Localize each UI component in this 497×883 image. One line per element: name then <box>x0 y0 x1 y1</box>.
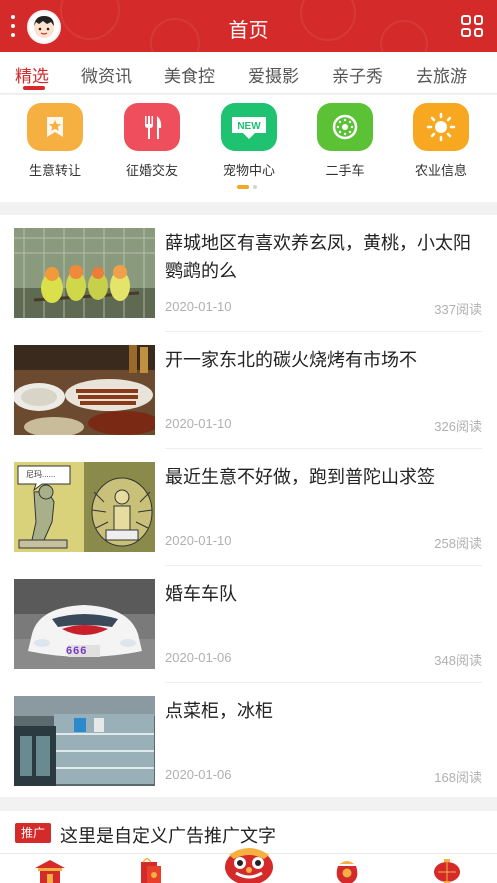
fridge-photo <box>14 696 155 786</box>
news-item[interactable]: 薛城地区有喜欢养玄凤，黄桃，小太阳鹦鹉的么 2020-01-10 337阅读 <box>0 215 497 332</box>
nav-lantern-icon[interactable] <box>430 858 464 883</box>
shortcut-label: 宠物中心 <box>222 163 275 178</box>
app-header: 首页 <box>0 0 497 52</box>
parrots-photo <box>14 228 155 318</box>
news-item[interactable]: 开一家东北的碳火烧烤有市场不 2020-01-10 326阅读 <box>0 332 497 449</box>
shortcut-label: 农业信息 <box>414 163 467 178</box>
news-date: 2020-01-10 <box>165 416 232 431</box>
news-title: 薛城地区有喜欢养玄凤，黄桃，小太阳鹦鹉的么 <box>165 233 471 281</box>
news-title: 婚车车队 <box>165 584 237 604</box>
news-date: 2020-01-06 <box>165 767 232 782</box>
tab-micro-news[interactable]: 微资讯 <box>81 62 132 87</box>
svg-text:NEW: NEW <box>237 121 261 132</box>
wedding-car-photo: 666 <box>14 579 155 669</box>
tab-photography[interactable]: 爱摄影 <box>248 62 299 87</box>
news-item[interactable]: 尼玛...... 最近生意不好做，跑到普陀山求签 2020-01-10 258阅… <box>0 449 497 566</box>
nav-lion-dance-icon[interactable] <box>222 843 276 883</box>
shortcut-label: 征婚交友 <box>125 163 178 178</box>
nav-lucky-bag-icon[interactable] <box>330 858 364 883</box>
news-title: 开一家东北的碳火烧烤有市场不 <box>165 350 417 370</box>
news-list: 薛城地区有喜欢养玄凤，黄桃，小太阳鹦鹉的么 2020-01-10 337阅读 开… <box>0 215 497 797</box>
shortcut-used-cars[interactable]: 二手车 <box>300 103 390 179</box>
active-tab-indicator <box>23 86 45 90</box>
license-plate: 666 <box>66 645 88 657</box>
news-views: 258阅读 <box>434 536 482 551</box>
news-date: 2020-01-10 <box>165 533 232 548</box>
tab-parenting[interactable]: 亲子秀 <box>332 62 383 87</box>
new-badge-icon: NEW <box>221 103 277 151</box>
news-item[interactable]: 666 婚车车队 2020-01-06 348阅读 <box>0 566 497 683</box>
promo-badge: 推广 <box>15 823 52 843</box>
category-shortcuts: 生意转让 征婚交友 NEW 宠物中心 二手车 农业信息 <box>0 95 497 202</box>
shortcut-label: 生意转让 <box>28 163 81 178</box>
news-date: 2020-01-10 <box>165 299 232 314</box>
nav-home-pavilion-icon[interactable] <box>33 858 67 883</box>
star-tag-icon <box>27 103 83 151</box>
shortcut-label: 二手车 <box>325 163 365 178</box>
pager-dot <box>253 185 257 189</box>
news-views: 168阅读 <box>434 770 482 785</box>
shortcut-dating[interactable]: 征婚交友 <box>107 103 197 179</box>
page-title: 首页 <box>228 20 269 42</box>
pager-dot-active <box>237 185 249 189</box>
news-title: 最近生意不好做，跑到普陀山求签 <box>165 467 435 487</box>
news-title: 点菜柜，冰柜 <box>165 701 273 721</box>
shortcut-agriculture[interactable]: 农业信息 <box>396 103 486 179</box>
news-item[interactable]: 点菜柜，冰柜 2020-01-06 168阅读 <box>0 683 497 800</box>
carousel-pager <box>237 185 257 189</box>
news-views: 348阅读 <box>434 653 482 668</box>
bbq-photo <box>14 345 155 435</box>
apps-grid-icon[interactable] <box>461 15 483 37</box>
fork-knife-icon <box>124 103 180 151</box>
sun-icon <box>413 103 469 151</box>
news-views: 337阅读 <box>434 302 482 317</box>
cartoon-photo: 尼玛...... <box>14 462 155 552</box>
kiwi-icon <box>317 103 373 151</box>
tab-featured[interactable]: 精选 <box>15 62 49 87</box>
tab-travel[interactable]: 去旅游 <box>416 62 467 87</box>
shortcut-business-transfer[interactable]: 生意转让 <box>10 103 100 179</box>
news-date: 2020-01-06 <box>165 650 232 665</box>
speech-bubble-text: 尼玛...... <box>26 470 56 479</box>
tab-food[interactable]: 美食控 <box>164 62 215 87</box>
category-tabs: 精选 微资讯 美食控 爱摄影 亲子秀 去旅游 <box>0 52 497 94</box>
news-views: 326阅读 <box>434 419 482 434</box>
nav-red-envelope-icon[interactable] <box>133 856 167 883</box>
shortcut-pet-center[interactable]: NEW 宠物中心 <box>204 103 294 179</box>
